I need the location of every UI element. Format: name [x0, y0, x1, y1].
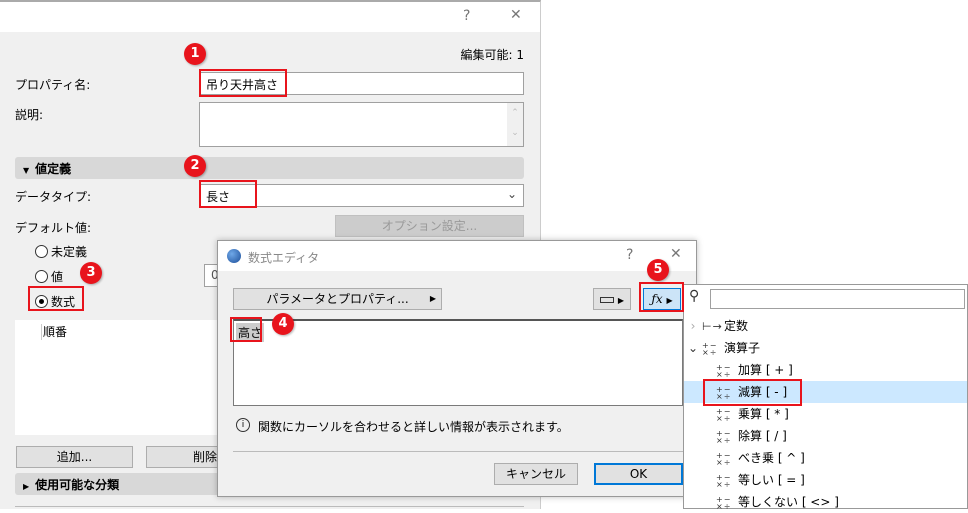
add-button[interactable]: 追加...: [16, 446, 133, 468]
operator-icon: +− ×÷: [716, 472, 732, 489]
help-button[interactable]: ?: [626, 247, 633, 263]
function-dropdown: ⚲ › ⊢→定数 ⌄ +− ×÷ 演算子 +− ×÷ 加算 [ + ] +− ×÷ 減算 [ -…: [683, 284, 968, 510]
operator-icon: +− ×÷: [716, 494, 732, 511]
close-button[interactable]: ✕: [670, 246, 682, 262]
annotation-badge-3: 3: [80, 262, 102, 284]
radio-label: 数式: [51, 295, 76, 309]
operator-icon: +− ×÷: [716, 362, 732, 379]
close-button[interactable]: ✕: [510, 7, 522, 23]
info-text: 関数にカーソルを合わせると詳しい情報が表示されます。: [258, 420, 569, 434]
operator-icon: +− ×÷: [716, 384, 732, 401]
info-icon: i: [236, 418, 250, 432]
property-name-label: プロパティ名:: [15, 78, 91, 92]
operator-icon: +− ×÷: [702, 340, 718, 357]
property-name-input[interactable]: 吊り天井高さ: [199, 72, 524, 95]
description-textarea[interactable]: ⌃ ⌄: [199, 102, 524, 147]
operator-icon: +− ×÷: [716, 450, 732, 467]
item-label: 減算 [ - ]: [738, 385, 788, 399]
function-search-input[interactable]: [710, 289, 965, 309]
list-item[interactable]: 順番: [43, 323, 67, 340]
item-label: 定数: [724, 319, 749, 333]
formula-token[interactable]: 高さ: [236, 323, 265, 342]
archicad-logo-icon: [227, 249, 241, 263]
functions-button[interactable]: ƒx ▶: [643, 288, 681, 310]
radio-icon: [35, 245, 48, 258]
tree-item-multiply[interactable]: +− ×÷ 乗算 [ * ]: [684, 403, 967, 425]
tree-item-power[interactable]: +− ×÷ べき乗 [ ^ ]: [684, 447, 967, 469]
button-label: パラメータとプロパティ...: [266, 292, 409, 306]
annotation-badge-1: 1: [184, 43, 206, 65]
chevron-down-icon: ⌄: [506, 187, 517, 201]
default-value-label: デフォルト値:: [15, 221, 92, 235]
divider: [15, 506, 524, 507]
expand-triangle-icon: ▶: [23, 482, 30, 491]
section-title: 使用可能な分類: [35, 478, 120, 492]
radio-icon: [35, 270, 48, 283]
tree-item-constants[interactable]: › ⊢→定数: [684, 315, 967, 337]
tree-item-divide[interactable]: +− ×÷ 除算 [ / ]: [684, 425, 967, 447]
units-button[interactable]: ▶: [593, 288, 631, 310]
value-definition-section[interactable]: ▼ 値定義: [15, 157, 524, 179]
tree-item-add[interactable]: +− ×÷ 加算 [ + ]: [684, 359, 967, 381]
dialog-title: 数式エディタ: [248, 251, 320, 265]
item-label: 演算子: [724, 341, 761, 355]
annotation-badge-2: 2: [184, 155, 206, 177]
help-button[interactable]: ?: [463, 8, 470, 24]
formula-list[interactable]: 順番: [15, 320, 225, 435]
submenu-arrow-icon: ▶: [617, 296, 624, 305]
title-bar: ? ✕: [0, 2, 540, 32]
submenu-arrow-icon: ▶: [666, 296, 673, 305]
fx-icon: ƒx: [651, 292, 663, 306]
data-type-value: 長さ: [206, 190, 231, 204]
ruler-icon: [600, 296, 614, 303]
section-title: 値定義: [35, 162, 72, 176]
data-type-select[interactable]: 長さ ⌄: [199, 184, 524, 207]
tree-item-equal[interactable]: +− ×÷ 等しい [ = ]: [684, 469, 967, 491]
option-settings-button[interactable]: オプション設定...: [335, 215, 524, 237]
radio-undefined[interactable]: 未定義: [35, 243, 87, 260]
collapse-triangle-icon: ▼: [23, 166, 30, 175]
tree-item-subtract[interactable]: +− ×÷ 減算 [ - ]: [684, 381, 967, 403]
item-label: 除算 [ / ]: [738, 429, 787, 443]
search-icon: ⚲: [689, 288, 700, 304]
item-label: 加算 [ + ]: [738, 363, 793, 377]
parameters-properties-button[interactable]: パラメータとプロパティ... ▶: [233, 288, 442, 310]
radio-value[interactable]: 値: [35, 268, 63, 285]
data-type-label: データタイプ:: [15, 190, 92, 204]
constant-icon: ⊢→: [702, 320, 723, 333]
cancel-button[interactable]: キャンセル: [494, 463, 578, 485]
radio-label: 値: [51, 270, 64, 284]
radio-formula[interactable]: 数式: [35, 293, 75, 310]
chevron-right-icon: ›: [690, 319, 696, 333]
operator-icon: +− ×÷: [716, 428, 732, 445]
formula-textarea[interactable]: 高さ: [233, 319, 683, 406]
title-bar: 数式エディタ ? ✕: [218, 241, 696, 271]
tree-line: [41, 324, 42, 340]
item-label: 等しい [ = ]: [738, 473, 805, 487]
tree-item-operators[interactable]: ⌄ +− ×÷ 演算子: [684, 337, 967, 359]
radio-label: 未定義: [51, 245, 88, 259]
editable-count: 編集可能: 1: [460, 48, 525, 62]
radio-icon: [35, 295, 48, 308]
tree-item-not-equal[interactable]: +− ×÷ 等しくない [ <> ]: [684, 491, 967, 513]
submenu-arrow-icon: ▶: [429, 294, 436, 303]
formula-editor-dialog: 数式エディタ ? ✕ パラメータとプロパティ... ▶ ▶ ƒx ▶ 高さ i …: [217, 240, 697, 497]
item-label: べき乗 [ ^ ]: [738, 451, 805, 465]
scrollbar[interactable]: ⌃ ⌄: [507, 103, 523, 146]
operator-icon: +− ×÷: [716, 406, 732, 423]
chevron-down-icon: ⌄: [687, 341, 699, 355]
item-label: 等しくない [ <> ]: [738, 495, 839, 509]
description-label: 説明:: [15, 108, 44, 122]
annotation-badge-5: 5: [647, 259, 669, 281]
ok-button[interactable]: OK: [594, 463, 683, 485]
divider: [233, 451, 683, 452]
annotation-badge-4: 4: [272, 313, 294, 335]
item-label: 乗算 [ * ]: [738, 407, 789, 421]
